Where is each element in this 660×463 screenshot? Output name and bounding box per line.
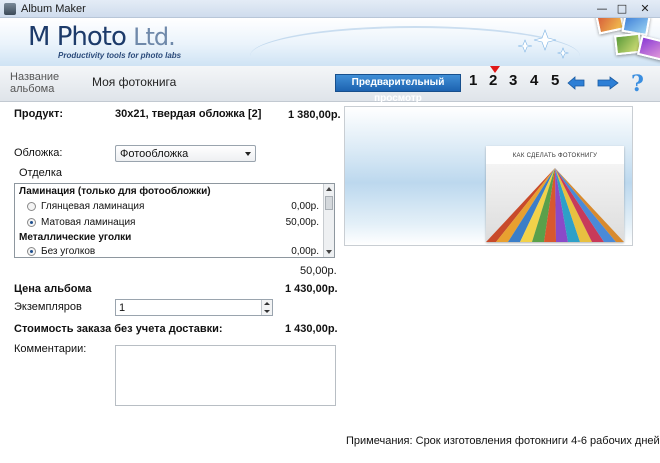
photobook-cover-image: КАК СДЕЛАТЬ ФОТОКНИГУ [486, 146, 624, 242]
step-4[interactable]: 4 [530, 72, 538, 89]
album-preview-panel: КАК СДЕЛАТЬ ФОТОКНИГУ [344, 106, 633, 246]
company-logo: M Photo Ltd. [28, 22, 176, 52]
window-title: Album Maker [21, 3, 86, 15]
banner-photos-art [505, 18, 660, 66]
product-price: 1 380,00р. [288, 109, 341, 121]
scroll-down-icon[interactable] [326, 250, 332, 254]
scroll-thumb[interactable] [325, 196, 333, 210]
radio-checked[interactable] [27, 247, 36, 256]
cover-selected-value: Фотообложка [120, 148, 189, 160]
window-title-bar: Album Maker — □ ✕ [0, 0, 660, 18]
copies-stepper[interactable]: 1 [115, 299, 273, 316]
scroll-up-icon[interactable] [326, 187, 332, 191]
radio-checked[interactable] [27, 218, 36, 227]
order-form: Продукт: 30x21, твердая обложка [2] 1 38… [0, 103, 660, 463]
list-scrollbar[interactable] [323, 184, 334, 257]
finishing-options-list: Ламинация (только для фотообложки) Глянц… [14, 183, 335, 258]
logo-suffix: Ltd. [133, 23, 176, 51]
step-3[interactable]: 3 [509, 72, 517, 89]
product-name: 30x21, твердая обложка [2] [115, 108, 262, 120]
album-name-value: Моя фотокнига [92, 75, 177, 89]
option-group-title: Металлические уголки [19, 232, 132, 243]
comments-textarea[interactable] [115, 345, 336, 406]
stepper-up-icon[interactable] [264, 302, 270, 305]
option-group-title: Ламинация (только для фотообложки) [19, 186, 211, 197]
album-price-value: 1 430,00р. [285, 283, 338, 295]
album-price-label: Цена альбома [14, 283, 92, 295]
album-name-label: Название альбома [10, 71, 60, 95]
stepper-buttons[interactable] [261, 300, 272, 315]
book-caption: КАК СДЕЛАТЬ ФОТОКНИГУ [512, 153, 598, 159]
step-5[interactable]: 5 [551, 72, 559, 89]
step-2[interactable]: 2 [489, 72, 497, 89]
option-matte-lamination[interactable]: Матовая ламинация 50,00р. [15, 216, 323, 231]
order-total-value: 1 430,00р. [285, 323, 338, 335]
sparkle-icon [517, 29, 570, 59]
cover-label: Обложка: [14, 147, 63, 159]
finishing-subtotal: 50,00р. [300, 265, 337, 277]
copies-label: Экземпляров [14, 301, 82, 313]
app-icon [4, 3, 16, 15]
close-button[interactable]: ✕ [632, 1, 658, 17]
arrow-left-icon[interactable] [567, 76, 585, 90]
option-no-corners[interactable]: Без уголков 0,00р. [15, 245, 323, 257]
order-total-label: Стоимость заказа без учета доставки: [14, 323, 223, 335]
footer-note: Примечания: Срок изготовления фотокниги … [346, 435, 660, 447]
radio-unchecked[interactable] [27, 202, 36, 211]
maximize-button[interactable]: □ [612, 1, 632, 17]
option-glossy-lamination[interactable]: Глянцевая ламинация 0,00р. [15, 200, 323, 215]
cover-select[interactable]: Фотообложка [115, 145, 256, 162]
arrow-right-icon[interactable] [597, 76, 619, 90]
logo-tagline: Productivity tools for photo labs [58, 51, 182, 60]
minimize-button[interactable]: — [592, 1, 612, 17]
book-spines-image [486, 164, 624, 242]
chevron-down-icon [245, 152, 251, 156]
product-label: Продукт: [14, 108, 63, 120]
logo-main-text: M Photo [28, 22, 127, 52]
preview-button[interactable]: Предварительный просмотр [335, 74, 461, 104]
step-1[interactable]: 1 [469, 72, 477, 89]
help-icon[interactable]: ? [631, 71, 644, 97]
comments-label: Комментарии: [14, 343, 87, 355]
copies-value[interactable]: 1 [119, 302, 125, 314]
header-banner: M Photo Ltd. Productivity tools for phot… [0, 18, 660, 66]
step-navigation-bar: Название альбома Моя фотокнига Предварит… [0, 66, 660, 104]
finishing-label: Отделка [19, 167, 62, 179]
stepper-down-icon[interactable] [264, 310, 270, 313]
